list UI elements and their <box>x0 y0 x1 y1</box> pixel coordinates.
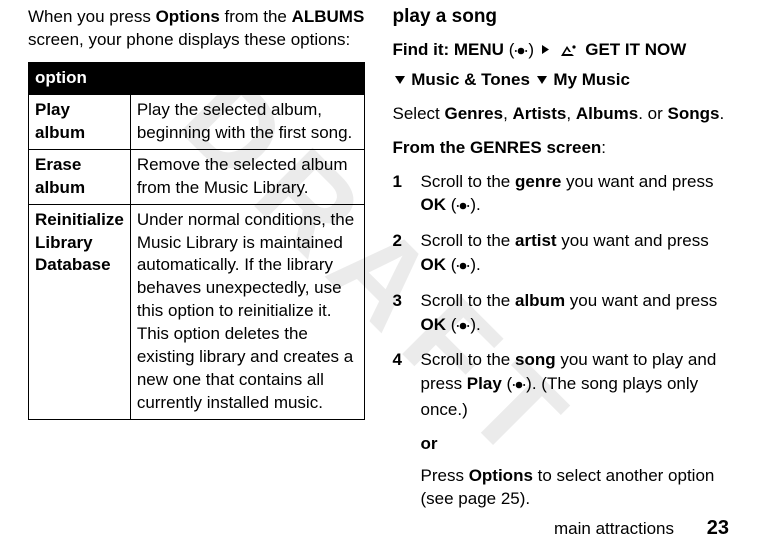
text: screen <box>542 138 602 157</box>
text: Select <box>393 104 445 123</box>
options-label: Options <box>469 466 533 485</box>
get-it-now-label: GET IT NOW <box>585 40 686 59</box>
album-bold: album <box>515 291 565 310</box>
option-desc: Remove the selected album from the Music… <box>130 149 364 204</box>
text: ). <box>470 315 480 334</box>
genre-bold: genre <box>515 172 561 191</box>
genres-caps-label: GENRES <box>470 138 542 157</box>
ok-label: OK <box>421 255 447 274</box>
options-table: option Play album Play the selected albu… <box>28 62 365 420</box>
table-row: Play album Play the selected album, begi… <box>29 94 365 149</box>
left-intro-paragraph: When you press Options from the ALBUMS s… <box>28 6 365 52</box>
menu-label: MENU <box>454 40 504 59</box>
text: you want and press <box>565 291 717 310</box>
right-column: play a song Find it: MENU () GET IT NOW … <box>393 6 730 540</box>
play-label: Play <box>467 374 502 393</box>
artists-label: Artists <box>513 104 567 123</box>
center-key-icon <box>456 255 470 279</box>
text: you want and press <box>561 172 713 191</box>
ok-label: OK <box>421 195 447 214</box>
genres-label: Genres <box>444 104 503 123</box>
text: ( <box>446 315 456 334</box>
table-header-row: option <box>29 62 365 94</box>
get-it-now-icon <box>558 40 578 66</box>
list-item: Scroll to the album you want and press O… <box>393 289 730 339</box>
page-content: When you press Options from the ALBUMS s… <box>0 0 757 546</box>
find-it-label: Find it: <box>393 40 450 59</box>
option-desc: Under normal conditions, the Music Libra… <box>130 204 364 419</box>
from-the-genres-line: From the GENRES screen: <box>393 136 730 160</box>
text: ( <box>502 374 512 393</box>
down-arrow-icon <box>537 66 547 92</box>
find-it-block: Find it: MENU () GET IT NOW Music & Tone… <box>393 36 730 92</box>
list-item: Scroll to the artist you want and press … <box>393 229 730 279</box>
right-arrow-icon <box>541 36 550 62</box>
center-key-icon <box>512 374 526 398</box>
artist-bold: artist <box>515 231 557 250</box>
table-header-cell: option <box>29 62 365 94</box>
or-label: or <box>421 432 730 456</box>
list-item: Scroll to the genre you want and press O… <box>393 170 730 220</box>
center-key-icon <box>514 39 528 65</box>
left-column: When you press Options from the ALBUMS s… <box>28 6 365 540</box>
text: From the <box>393 138 470 157</box>
text: Scroll to the <box>421 231 516 250</box>
song-bold: song <box>515 350 556 369</box>
option-name: Play album <box>29 94 131 149</box>
text: ( <box>446 255 456 274</box>
center-key-icon <box>456 195 470 219</box>
text: ). <box>470 195 480 214</box>
songs-label: Songs <box>667 104 719 123</box>
text: ) <box>528 40 538 59</box>
option-desc: Play the selected album, beginning with … <box>130 94 364 149</box>
options-label: Options <box>156 7 220 26</box>
text: ( <box>446 195 456 214</box>
press-options-line: Press Options to select another option (… <box>421 464 730 512</box>
text: from the <box>220 7 292 26</box>
text: Scroll to the <box>421 291 516 310</box>
text: , <box>503 104 512 123</box>
text: Press <box>421 466 469 485</box>
my-music-label: My Music <box>553 70 630 89</box>
table-row: Erase album Remove the selected album fr… <box>29 149 365 204</box>
list-item: Scroll to the song you want to play and … <box>393 348 730 421</box>
text: . <box>719 104 724 123</box>
text: ). <box>470 255 480 274</box>
music-tones-label: Music & Tones <box>411 70 530 89</box>
ok-label: OK <box>421 315 447 334</box>
albums-label: Albums <box>576 104 638 123</box>
option-name: Reinitialize Library Database <box>29 204 131 419</box>
text: When you press <box>28 7 156 26</box>
or-text: or <box>421 434 438 453</box>
text: . or <box>638 104 667 123</box>
text: Scroll to the <box>421 350 516 369</box>
albums-label: ALBUMS <box>292 7 365 26</box>
select-line: Select Genres, Artists, Albums. or Songs… <box>393 102 730 126</box>
text: Scroll to the <box>421 172 516 191</box>
down-arrow-icon <box>395 66 405 92</box>
option-name: Erase album <box>29 149 131 204</box>
text: screen, your phone displays these option… <box>28 30 350 49</box>
steps-list: Scroll to the genre you want and press O… <box>393 170 730 422</box>
text: , <box>566 104 575 123</box>
text: : <box>601 138 606 157</box>
center-key-icon <box>456 315 470 339</box>
play-a-song-heading: play a song <box>393 6 730 28</box>
table-row: Reinitialize Library Database Under norm… <box>29 204 365 419</box>
text: you want and press <box>557 231 709 250</box>
